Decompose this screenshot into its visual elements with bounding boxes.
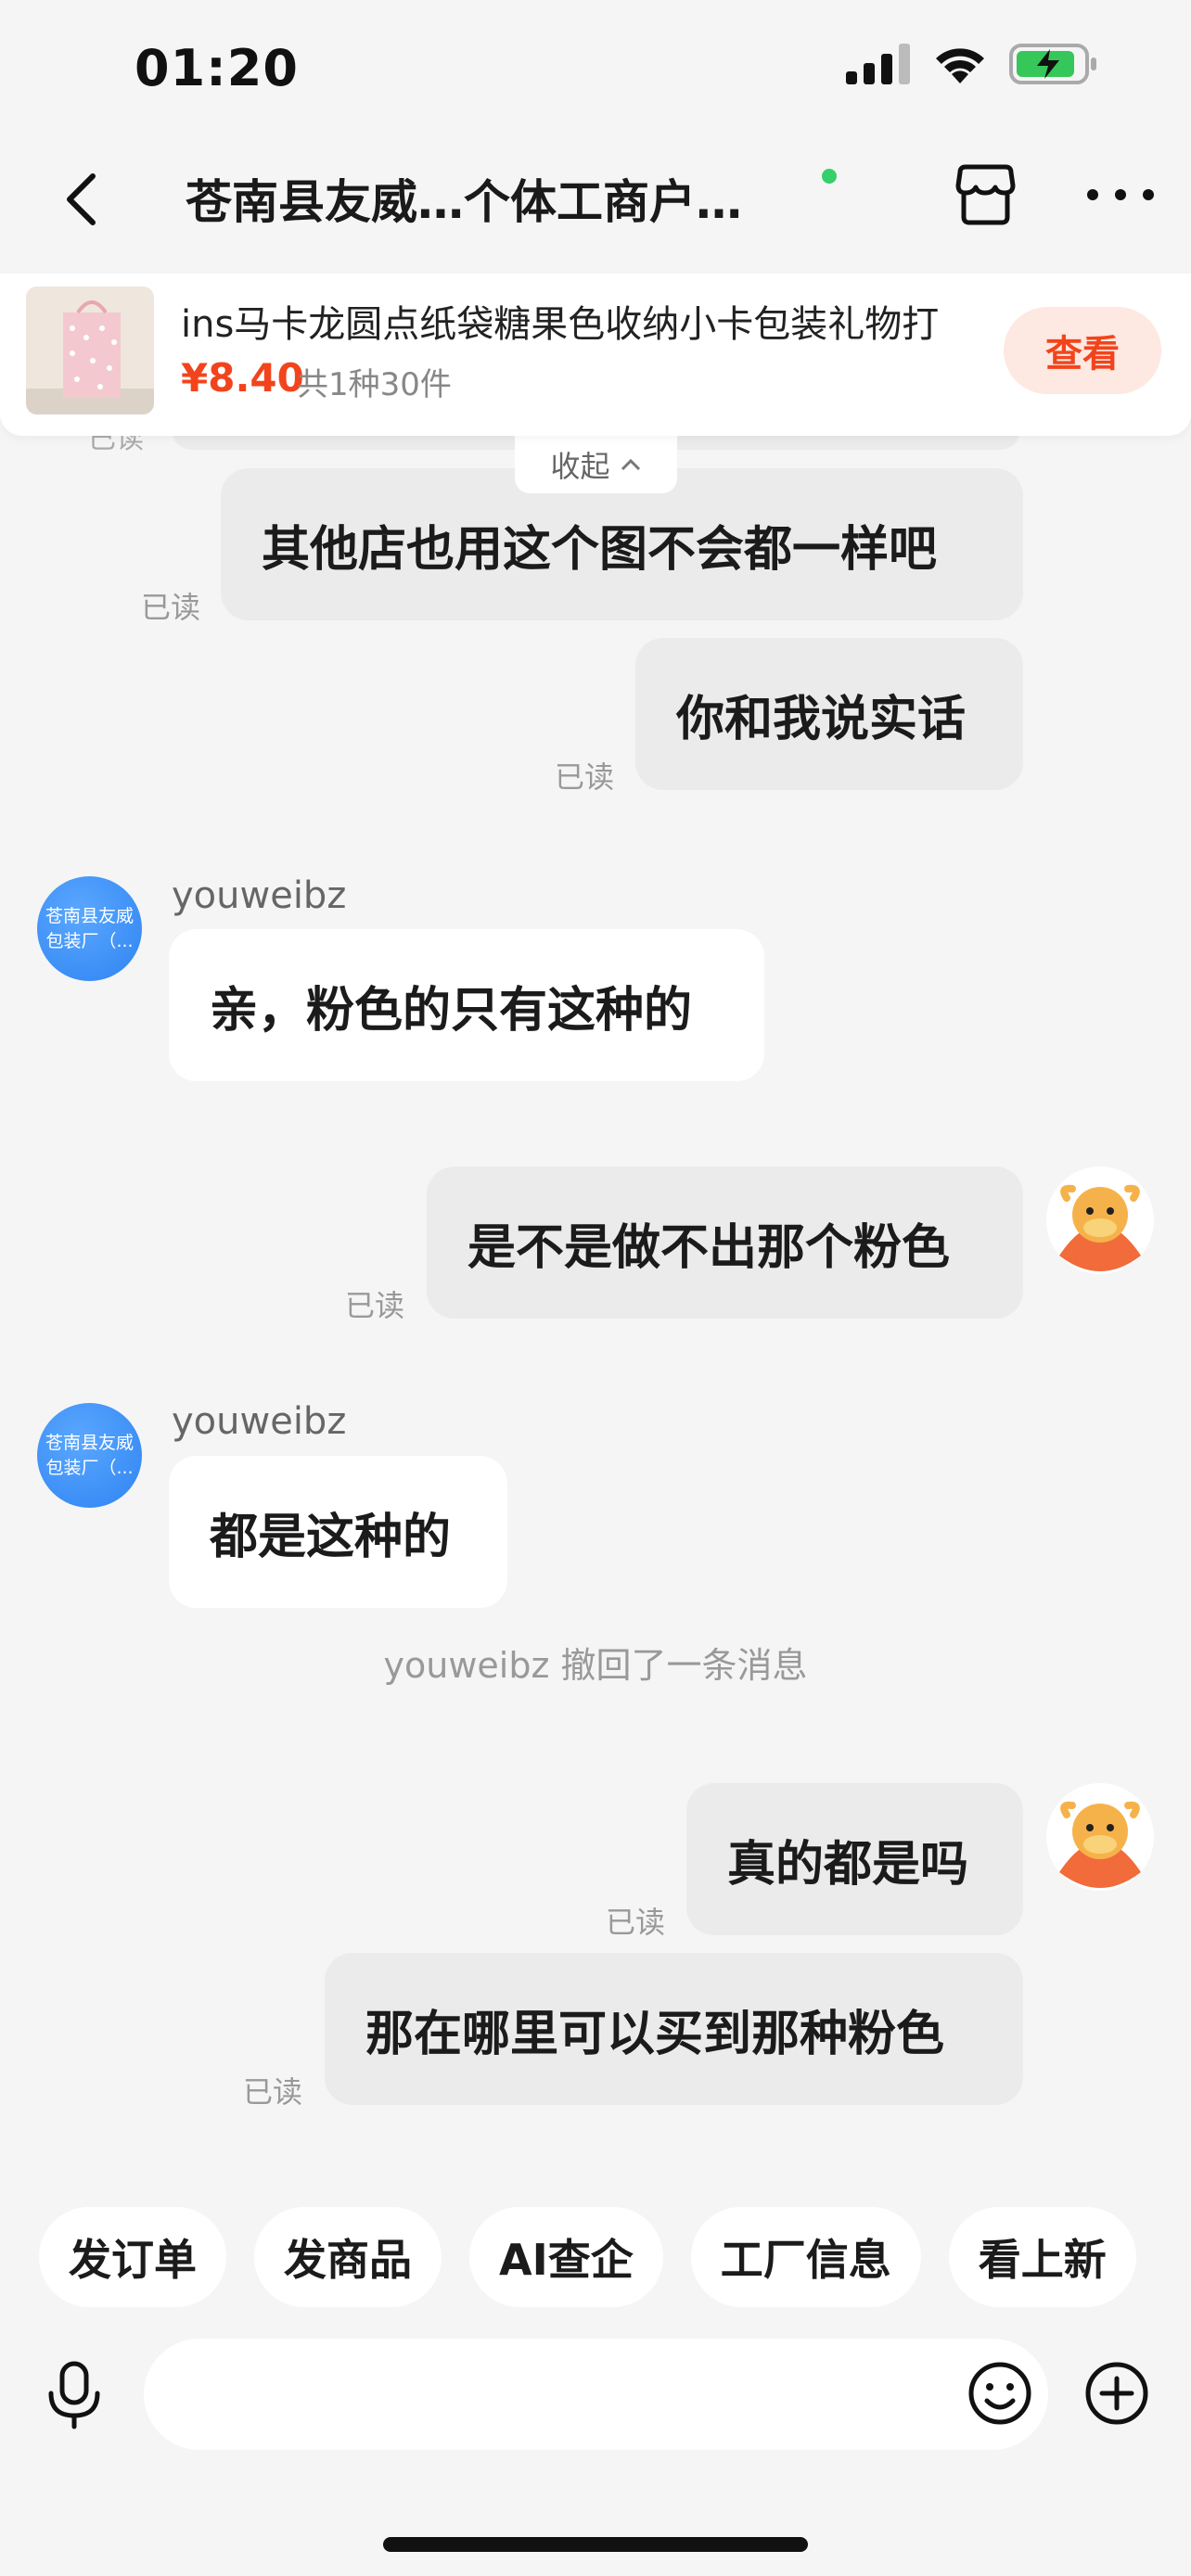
status-icons	[846, 43, 1098, 85]
read-receipt: 已读	[345, 1288, 405, 1323]
send-order-chip[interactable]: 发订单	[39, 2207, 226, 2307]
view-product-button[interactable]: 查看	[1004, 307, 1161, 394]
ai-company-lookup-chip[interactable]: AI查企	[469, 2207, 663, 2307]
user-avatar[interactable]	[1046, 1783, 1154, 1891]
avatar-text-line1: 苍南县友威	[45, 1432, 134, 1453]
read-receipt: 已读	[555, 759, 615, 795]
avatar-text-line1: 苍南县友威	[45, 905, 134, 926]
home-indicator[interactable]	[383, 2537, 808, 2552]
product-price: ¥8.40	[181, 355, 304, 401]
sender-name: youweibz	[172, 874, 347, 917]
wifi-icon	[936, 48, 984, 83]
store-icon[interactable]	[951, 159, 1020, 229]
read-receipt: 已读	[606, 1905, 666, 1940]
message-bubble[interactable]: 真的都是吗	[686, 1783, 1023, 1935]
message-input[interactable]	[144, 2339, 1048, 2450]
battery-icon	[1009, 44, 1096, 84]
new-arrivals-chip[interactable]: 看上新	[948, 2207, 1136, 2307]
emoji-icon[interactable]	[967, 2360, 1033, 2427]
send-product-chip[interactable]: 发商品	[254, 2207, 442, 2307]
quick-actions: 发订单 发商品 AI查企 工厂信息 看上新	[39, 2207, 1136, 2307]
product-quantity: 共1种30件	[297, 366, 452, 403]
signal-icon	[846, 44, 910, 84]
avatar-text-line2: 包装厂（...	[45, 930, 134, 951]
user-avatar[interactable]	[1046, 1167, 1154, 1274]
chat-header: 苍南县友威…个体工商户…	[0, 139, 1191, 260]
shop-avatar[interactable]: 苍南县友威 包装厂（...	[37, 876, 142, 981]
chevron-up-icon	[621, 458, 640, 471]
more-options-icon[interactable]	[1083, 176, 1158, 213]
avatar-text-line2: 包装厂（...	[45, 1457, 134, 1478]
online-status-dot	[822, 169, 837, 184]
collapse-label: 收起	[550, 449, 610, 484]
plus-icon[interactable]	[1083, 2360, 1150, 2427]
microphone-icon[interactable]	[42, 2360, 107, 2429]
back-arrow-icon[interactable]	[51, 167, 116, 232]
read-receipt: 已读	[141, 590, 201, 625]
message-bubble[interactable]: 那在哪里可以买到那种粉色	[325, 1953, 1023, 2105]
message-bubble[interactable]: 都是这种的	[169, 1456, 507, 1608]
shop-avatar[interactable]: 苍南县友威 包装厂（...	[37, 1403, 142, 1508]
status-bar: 01:20	[0, 0, 1191, 139]
message-bubble[interactable]: 是不是做不出那个粉色	[427, 1167, 1023, 1319]
product-thumbnail[interactable]	[26, 287, 154, 414]
recall-notice: youweibz 撤回了一条消息	[383, 1645, 808, 1686]
message-bubble[interactable]: 你和我说实话	[635, 638, 1023, 790]
message-bubble[interactable]: 亲，粉色的只有这种的	[169, 929, 764, 1081]
factory-info-chip[interactable]: 工厂信息	[690, 2207, 921, 2307]
chat-title[interactable]: 苍南县友威…个体工商户…	[186, 165, 742, 232]
status-time: 01:20	[134, 39, 299, 97]
product-title[interactable]: ins马卡龙圆点纸袋糖果色收纳小卡包装礼物打	[181, 294, 939, 348]
collapse-button[interactable]: 收起	[515, 436, 677, 493]
read-receipt: 已读	[243, 2074, 303, 2110]
sender-name: youweibz	[172, 1400, 347, 1443]
product-card[interactable]: ins马卡龙圆点纸袋糖果色收纳小卡包装礼物打 ¥8.40 共1种30件 查看	[0, 274, 1191, 436]
